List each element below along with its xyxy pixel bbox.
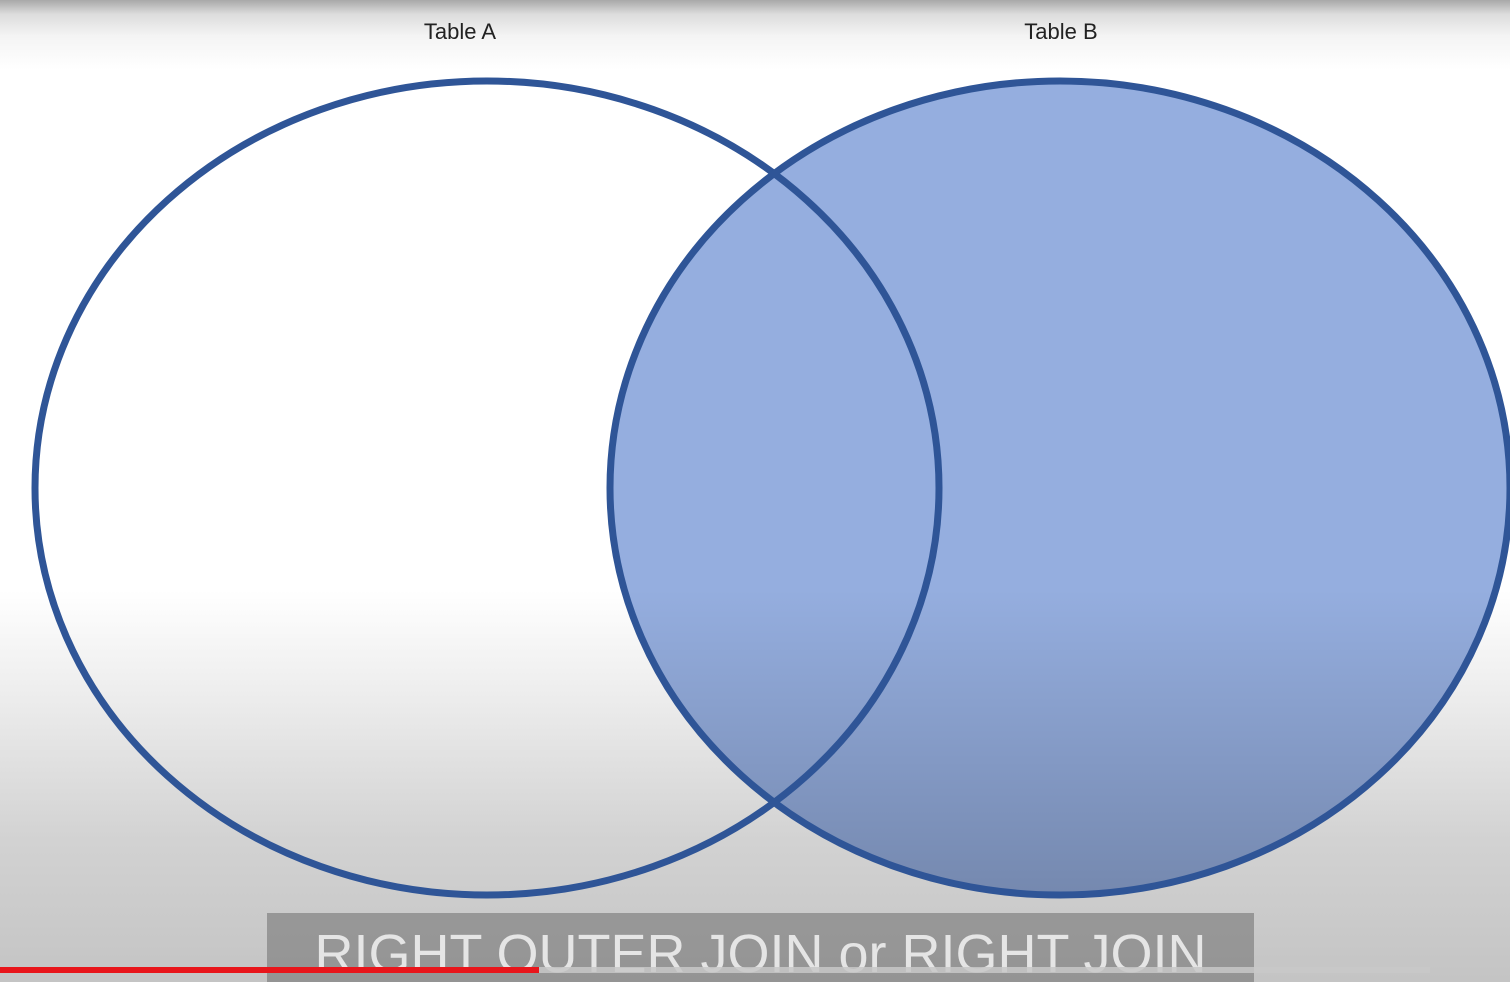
video-progress-bar[interactable] [0,967,1430,973]
video-progress-played [0,967,540,973]
venn-diagram: Table A Table B [31,19,1510,899]
table-a-label: Table A [424,19,496,44]
table-b-label: Table B [1024,19,1097,44]
